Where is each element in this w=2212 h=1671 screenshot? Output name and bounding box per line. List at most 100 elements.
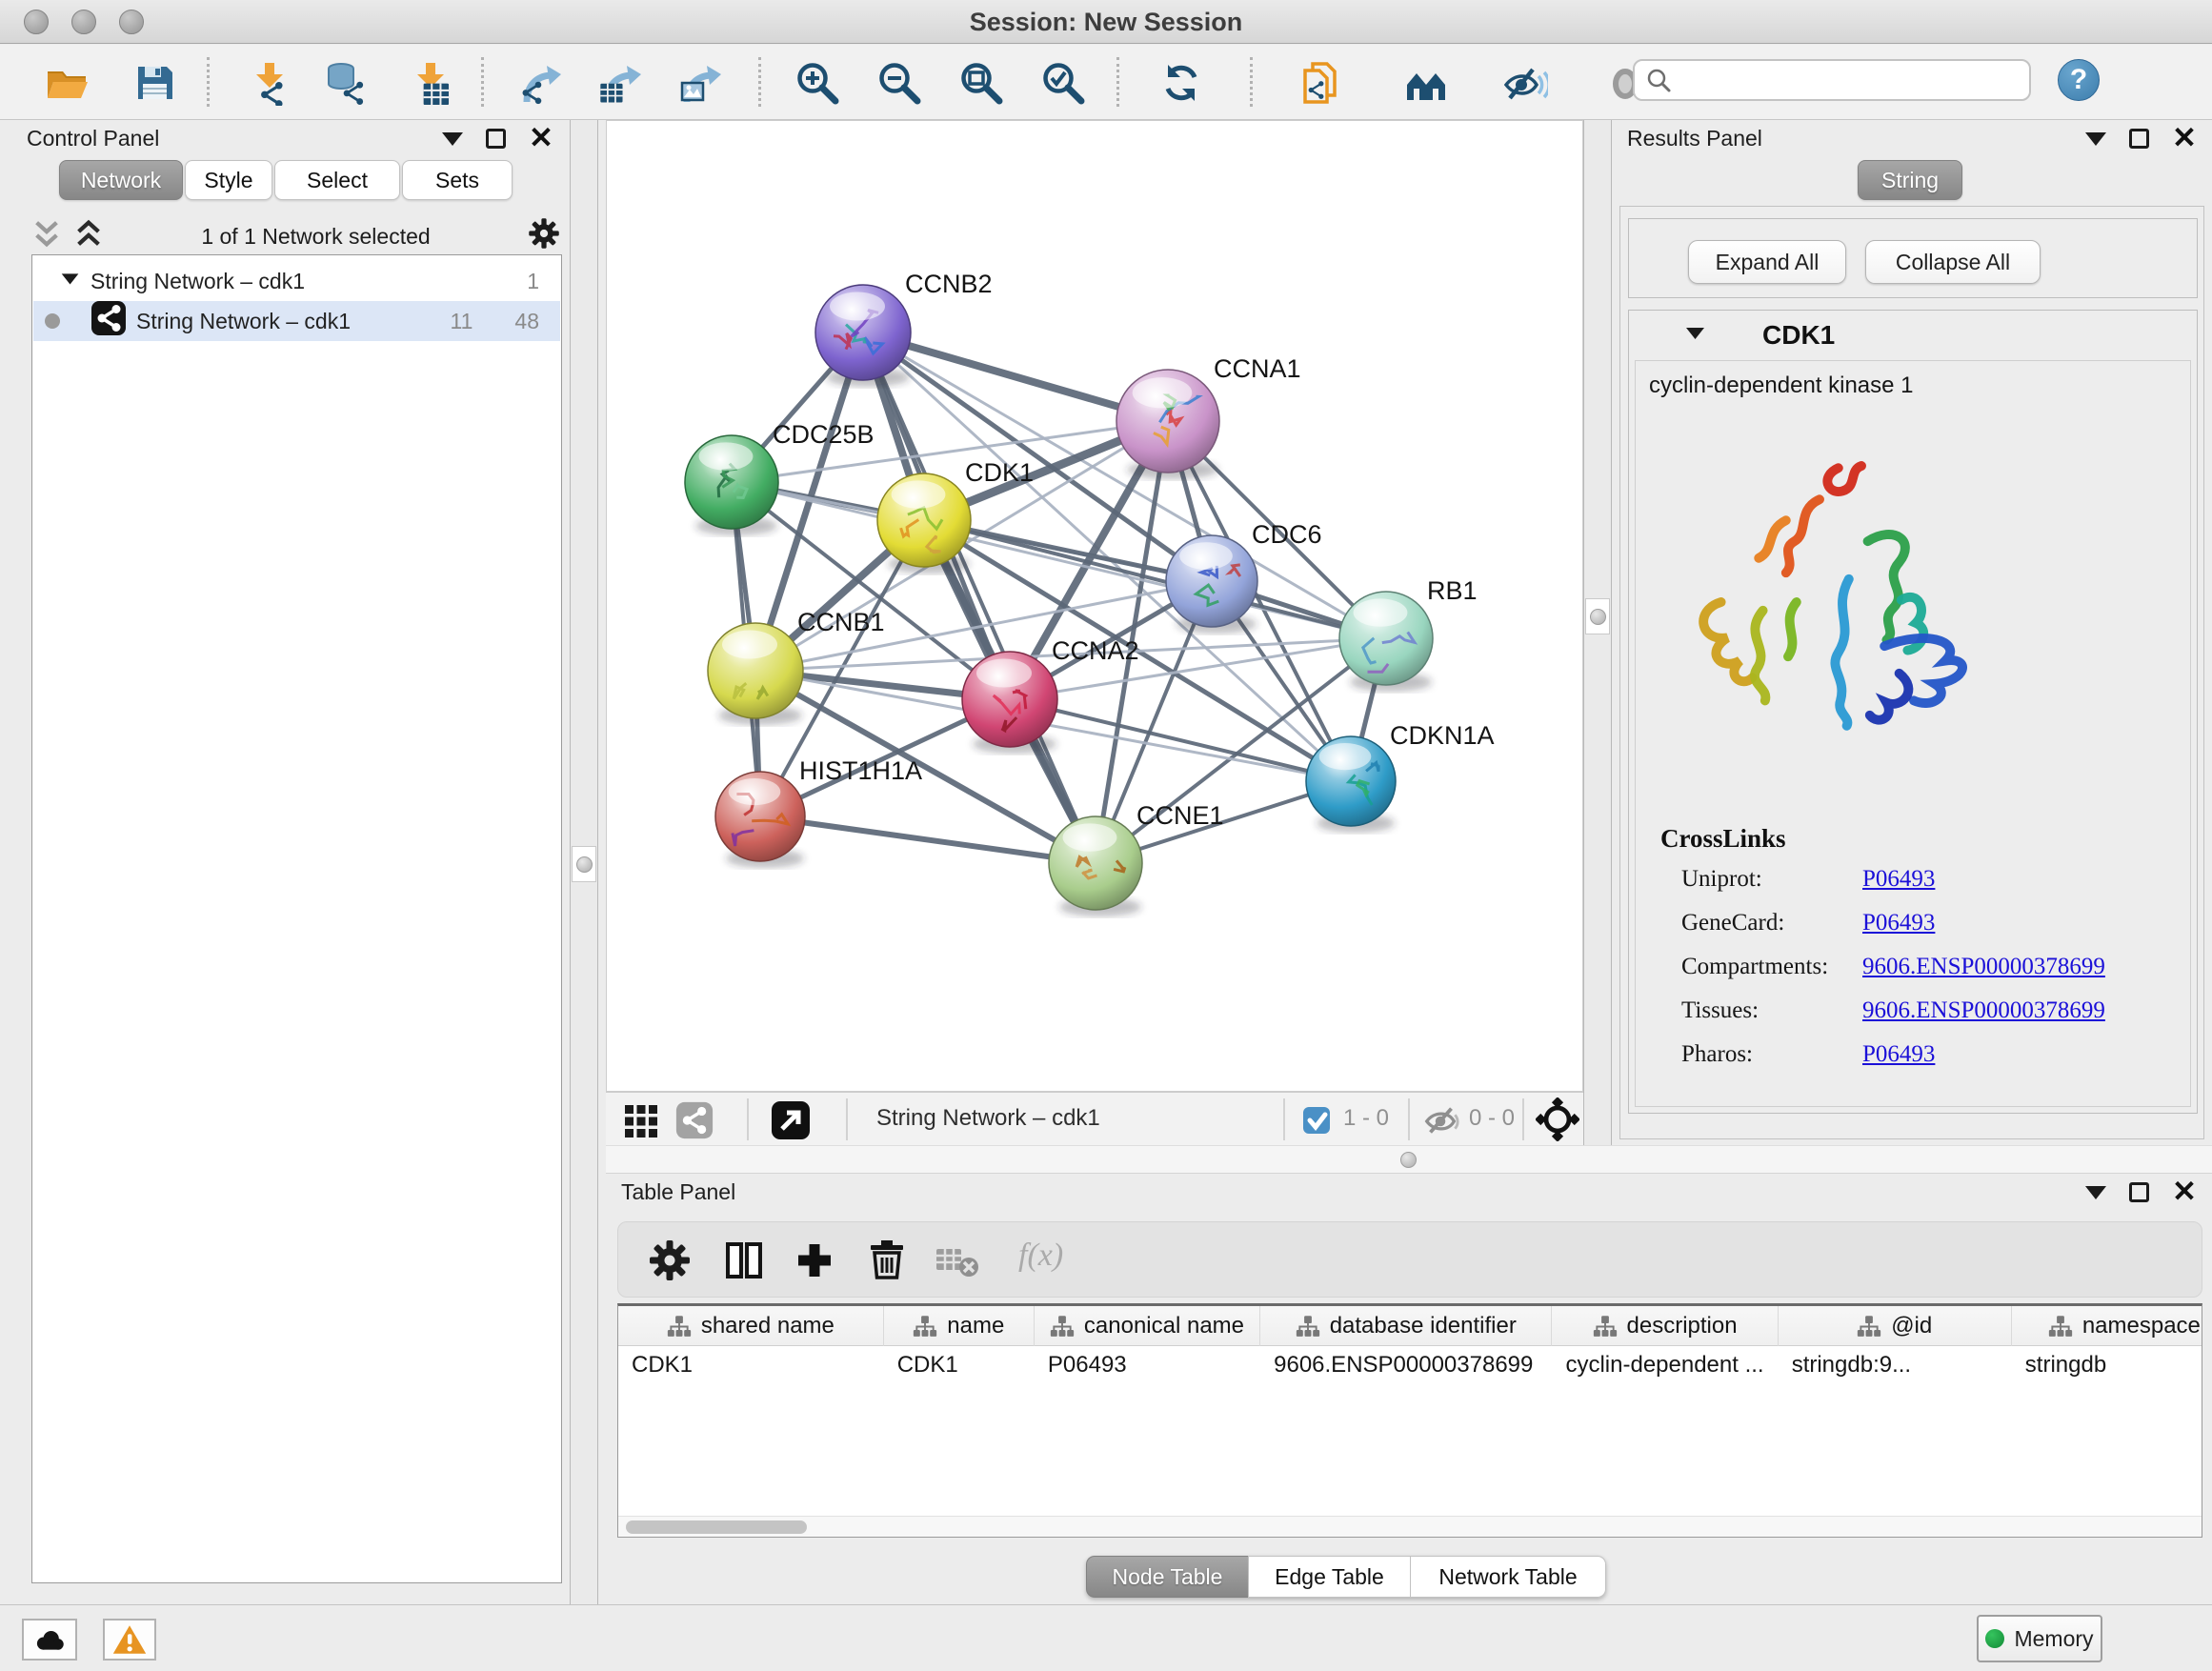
table-tabs: Node TableEdge TableNetwork Table bbox=[1086, 1556, 1606, 1598]
collapse-all-icon[interactable] bbox=[30, 216, 63, 256]
table-row[interactable]: CDK1CDK1P064939606.ENSP00000378699cyclin… bbox=[618, 1346, 2202, 1384]
table-cell[interactable]: CDK1 bbox=[884, 1346, 1035, 1384]
panel-close-icon[interactable]: ✕ bbox=[2172, 129, 2197, 148]
network-tree-root-row[interactable]: String Network – cdk1 1 bbox=[33, 261, 560, 301]
zoom-selected-icon[interactable] bbox=[1036, 58, 1090, 108]
network-share-view-icon[interactable] bbox=[674, 1100, 714, 1140]
export-network-icon[interactable] bbox=[514, 58, 568, 108]
help-button[interactable]: ? bbox=[2058, 59, 2100, 101]
network-edge[interactable] bbox=[1010, 699, 1351, 781]
export-table-icon[interactable] bbox=[594, 58, 648, 108]
export-image-icon[interactable] bbox=[674, 58, 728, 108]
crosslink-link[interactable]: P06493 bbox=[1862, 910, 1935, 936]
table-cell[interactable]: cyclin-dependent ... bbox=[1552, 1346, 1778, 1384]
save-session-icon[interactable] bbox=[128, 58, 181, 108]
zoom-out-icon[interactable] bbox=[873, 58, 926, 108]
splitter-handle-icon[interactable] bbox=[1590, 609, 1606, 625]
expand-all-button[interactable]: Expand All bbox=[1688, 240, 1846, 284]
column-header-canonical-name[interactable]: canonical name bbox=[1035, 1306, 1260, 1346]
tab-node-table[interactable]: Node Table bbox=[1086, 1556, 1248, 1598]
crosslink-link[interactable]: P06493 bbox=[1862, 1041, 1935, 1068]
warning-button[interactable] bbox=[103, 1619, 156, 1661]
import-network-file-icon[interactable] bbox=[243, 58, 296, 108]
grid-view-icon[interactable] bbox=[623, 1103, 659, 1139]
network-node-label: CCNA2 bbox=[1052, 636, 1139, 665]
splitter-handle-icon[interactable] bbox=[1400, 1152, 1417, 1168]
table-cell[interactable]: stringdb bbox=[2012, 1346, 2202, 1384]
results-buttons-box: Expand All Collapse All bbox=[1628, 218, 2198, 298]
panel-menu-icon[interactable] bbox=[442, 132, 463, 156]
tab-select[interactable]: Select bbox=[274, 160, 400, 200]
table-horizontal-scrollbar[interactable] bbox=[618, 1516, 2202, 1537]
birds-eye-crosshair-icon[interactable] bbox=[1536, 1097, 1579, 1141]
table-cell[interactable]: stringdb:9... bbox=[1779, 1346, 2012, 1384]
network-tree: String Network – cdk1 1 String Network –… bbox=[31, 254, 562, 1583]
network-edge[interactable] bbox=[760, 816, 1096, 863]
table-settings-gear-icon[interactable] bbox=[647, 1238, 693, 1283]
memory-button[interactable]: Memory bbox=[1977, 1615, 2102, 1662]
horizontal-splitter[interactable] bbox=[606, 1145, 2212, 1174]
network-canvas[interactable]: CCNB2 CCNA1 CDC25B CDK1 CDC6 R bbox=[606, 120, 1583, 1092]
column-header-database-identifier[interactable]: database identifier bbox=[1260, 1306, 1552, 1346]
panel-menu-icon[interactable] bbox=[2085, 1186, 2106, 1210]
panel-close-icon[interactable]: ✕ bbox=[2172, 1182, 2197, 1201]
add-column-icon[interactable] bbox=[792, 1238, 837, 1283]
network-view-title: String Network – cdk1 bbox=[876, 1105, 1100, 1132]
selected-checkbox-icon[interactable] bbox=[1301, 1105, 1332, 1136]
scrollbar-thumb[interactable] bbox=[626, 1520, 807, 1534]
network-node-HIST1H1A[interactable]: HIST1H1A bbox=[715, 756, 922, 868]
splitter-handle-icon[interactable] bbox=[576, 856, 593, 873]
panel-float-icon[interactable] bbox=[486, 129, 506, 149]
panel-float-icon[interactable] bbox=[2129, 1182, 2149, 1202]
open-in-new-window-icon[interactable] bbox=[770, 1099, 812, 1141]
gene-section-header[interactable]: CDK1 bbox=[1629, 311, 2197, 360]
column-header-description[interactable]: description bbox=[1552, 1306, 1778, 1346]
open-session-icon[interactable] bbox=[40, 58, 93, 108]
search-field[interactable] bbox=[1633, 59, 2031, 101]
tab-sets[interactable]: Sets bbox=[402, 160, 513, 200]
table-cell[interactable]: CDK1 bbox=[618, 1346, 884, 1384]
clone-network-icon[interactable] bbox=[1297, 58, 1351, 108]
section-collapse-icon[interactable] bbox=[1682, 319, 1709, 352]
column-header-namespace[interactable]: namespace bbox=[2012, 1306, 2202, 1346]
column-header-shared-name[interactable]: shared name bbox=[618, 1306, 884, 1346]
collapse-all-button[interactable]: Collapse All bbox=[1865, 240, 2041, 284]
crosslink-link[interactable]: 9606.ENSP00000378699 bbox=[1862, 997, 2105, 1024]
hide-selected-icon[interactable] bbox=[1498, 58, 1552, 108]
panel-close-icon[interactable]: ✕ bbox=[529, 129, 553, 148]
network-node-RB1[interactable]: RB1 bbox=[1339, 576, 1478, 692]
crosslink-link[interactable]: 9606.ENSP00000378699 bbox=[1862, 954, 2105, 980]
network-tree-item-selected[interactable]: String Network – cdk1 11 48 bbox=[33, 301, 560, 341]
tab-style[interactable]: Style bbox=[185, 160, 272, 200]
network-node-CDKN1A[interactable]: CDKN1A bbox=[1306, 721, 1495, 833]
table-toolbar: f(x) bbox=[617, 1221, 2202, 1298]
crosslink-link[interactable]: P06493 bbox=[1862, 866, 1935, 893]
column-header--id[interactable]: @id bbox=[1779, 1306, 2012, 1346]
tab-string[interactable]: String bbox=[1858, 160, 1962, 200]
vertical-splitter-left[interactable] bbox=[570, 120, 598, 1604]
panel-float-icon[interactable] bbox=[2129, 129, 2149, 149]
zoom-in-icon[interactable] bbox=[791, 58, 844, 108]
table-panel-header: Table Panel ✕ bbox=[606, 1174, 2212, 1210]
table-cell[interactable]: 9606.ENSP00000378699 bbox=[1260, 1346, 1552, 1384]
tree-collapse-icon[interactable] bbox=[58, 266, 83, 296]
cloud-button[interactable] bbox=[22, 1619, 77, 1661]
zoom-fit-icon[interactable] bbox=[955, 58, 1008, 108]
tab-network[interactable]: Network bbox=[59, 160, 183, 200]
expand-all-icon[interactable] bbox=[72, 216, 105, 256]
show-columns-icon[interactable] bbox=[721, 1238, 767, 1283]
import-table-file-icon[interactable] bbox=[404, 58, 457, 108]
delete-column-icon[interactable] bbox=[864, 1238, 910, 1283]
network-options-gear-icon[interactable] bbox=[527, 216, 561, 256]
panel-menu-icon[interactable] bbox=[2085, 132, 2106, 156]
column-header-name[interactable]: name bbox=[884, 1306, 1035, 1346]
apply-preferred-layout-icon[interactable] bbox=[1155, 58, 1208, 108]
tab-network-table[interactable]: Network Table bbox=[1410, 1556, 1606, 1598]
search-input[interactable] bbox=[1680, 68, 2020, 92]
tab-edge-table[interactable]: Edge Table bbox=[1248, 1556, 1410, 1598]
import-network-database-icon[interactable] bbox=[318, 58, 372, 108]
first-neighbors-icon[interactable] bbox=[1399, 58, 1453, 108]
node-table[interactable]: shared namenamecanonical namedatabase id… bbox=[617, 1303, 2202, 1538]
table-cell[interactable]: P06493 bbox=[1035, 1346, 1260, 1384]
vertical-splitter-right[interactable] bbox=[1583, 120, 1612, 1145]
